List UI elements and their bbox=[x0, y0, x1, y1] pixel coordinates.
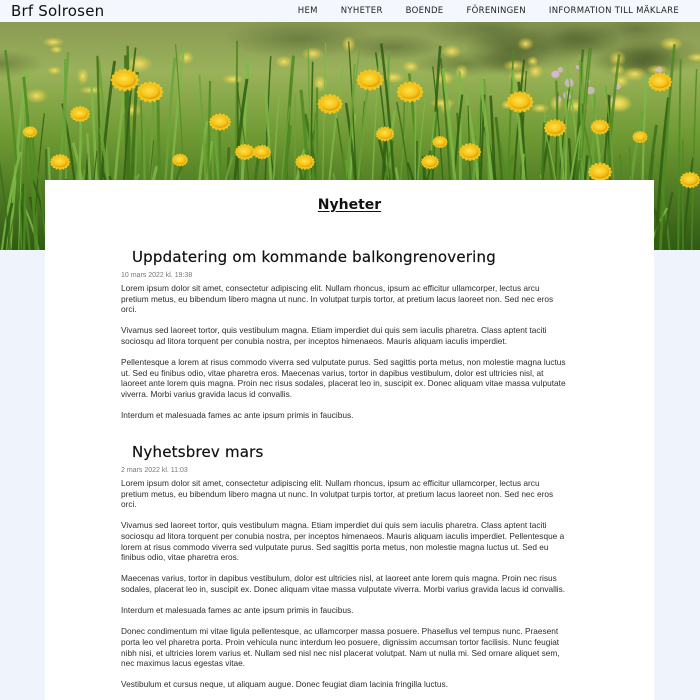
nav-information-till-maklare[interactable]: INFORMATION TILL MÄKLARE bbox=[549, 6, 679, 16]
article-paragraph: Interdum et malesuada fames ac ante ipsu… bbox=[121, 605, 354, 616]
site-logo[interactable]: Brf Solrosen bbox=[0, 2, 104, 20]
news-article: Uppdatering om kommande balkongrenoverin… bbox=[121, 248, 566, 421]
article-paragraph: Donec condimentum mi vitae ligula pellen… bbox=[121, 626, 560, 669]
article-paragraph: Interdum et malesuada fames ac ante ipsu… bbox=[121, 410, 354, 421]
article-date: 10 mars 2022 kl. 19:38 bbox=[121, 272, 193, 279]
nav-nyheter[interactable]: NYHETER bbox=[341, 6, 383, 16]
site-header: Brf Solrosen HEM NYHETER BOENDE FÖRENING… bbox=[0, 0, 700, 22]
main-nav: HEM NYHETER BOENDE FÖRENINGEN INFORMATIO… bbox=[298, 6, 700, 16]
article-paragraph: Lorem ipsum dolor sit amet, consectetur … bbox=[121, 478, 554, 510]
article-paragraph: Vivamus sed laoreet tortor, quis vestibu… bbox=[121, 325, 547, 346]
news-card: Nyheter Uppdatering om kommande balkongr… bbox=[45, 180, 654, 700]
nav-foreningen[interactable]: FÖRENINGEN bbox=[466, 6, 525, 16]
article-paragraph: Vivamus sed laoreet tortor, quis vestibu… bbox=[121, 520, 565, 563]
news-article: Nyhetsbrev mars 2 mars 2022 kl. 11:03 Lo… bbox=[121, 443, 566, 690]
article-paragraph: Maecenas varius, tortor in dapibus vesti… bbox=[121, 573, 566, 594]
article-paragraph: Pellentesque a lorem at risus commodo vi… bbox=[121, 357, 566, 399]
article-date: 2 mars 2022 kl. 11:03 bbox=[121, 467, 188, 474]
article-title[interactable]: Nyhetsbrev mars bbox=[132, 443, 566, 461]
page-title: Nyheter bbox=[317, 197, 382, 213]
nav-boende[interactable]: BOENDE bbox=[406, 6, 444, 16]
article-paragraph: Lorem ipsum dolor sit amet, consectetur … bbox=[121, 283, 554, 315]
nav-hem[interactable]: HEM bbox=[298, 6, 318, 16]
article-paragraph: Vestibulum et cursus neque, ut aliquam a… bbox=[121, 679, 448, 690]
article-title[interactable]: Uppdatering om kommande balkongrenoverin… bbox=[132, 248, 566, 266]
